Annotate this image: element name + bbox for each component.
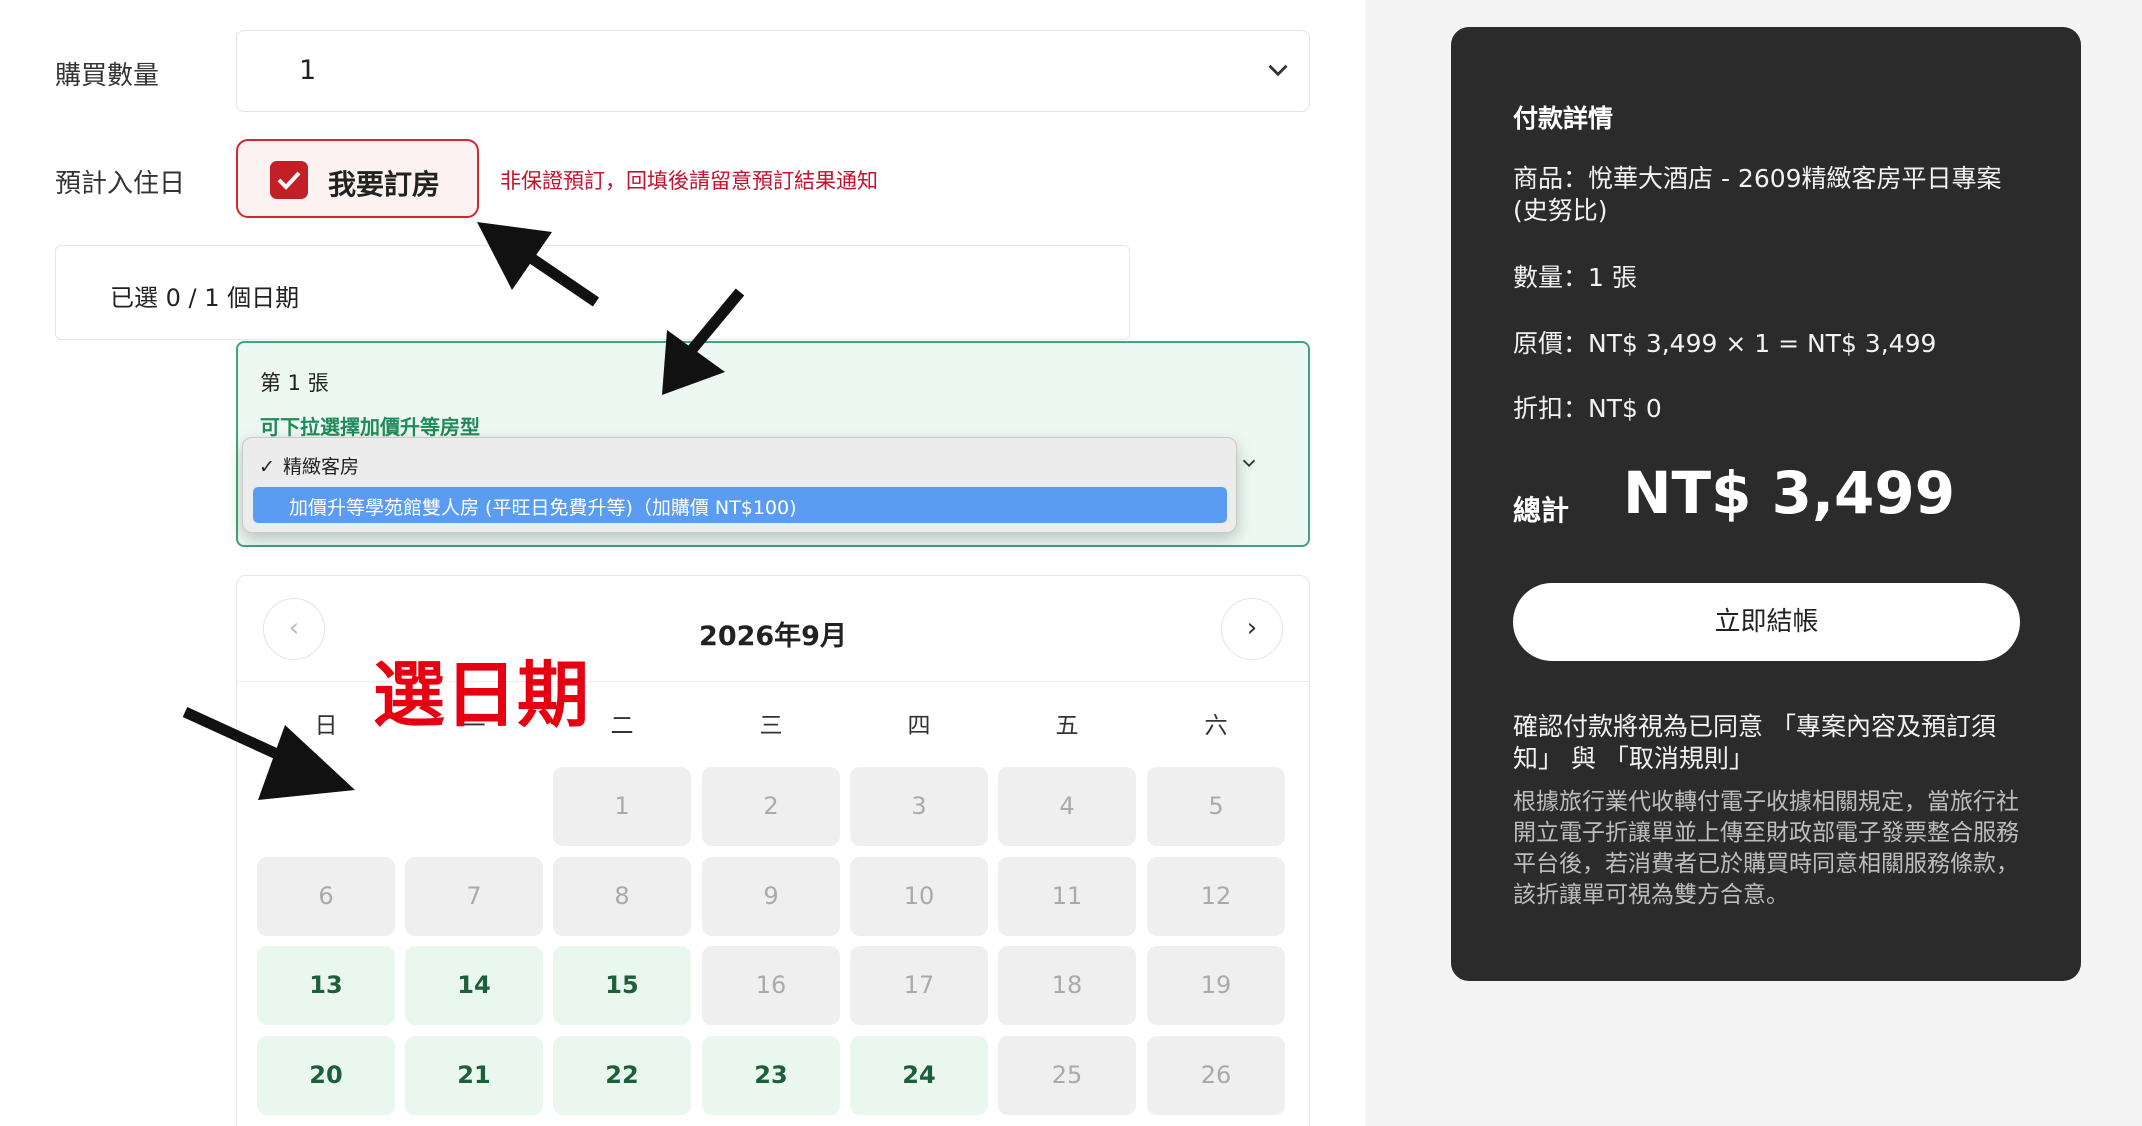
payment-summary-panel: 付款詳情 商品：悅華大酒店 - 2609精緻客房平日專案 (史努比) 數量：1 … xyxy=(1451,27,2081,981)
summary-discount: 折扣：NT$ 0 xyxy=(1513,394,1662,423)
terms-agreement[interactable]: 確認付款將視為已同意 「專案內容及預訂須知」 與 「取消規則」 xyxy=(1513,711,2023,775)
summary-product: 商品：悅華大酒店 - 2609精緻客房平日專案 (史努比) xyxy=(1513,164,2002,225)
arrow-annotation-icon xyxy=(662,288,745,395)
summary-price: 原價：NT$ 3,499 × 1 = NT$ 3,499 xyxy=(1513,329,1937,358)
arrow-annotation-icon xyxy=(477,222,600,307)
checkout-button[interactable]: 立即結帳 xyxy=(1513,583,2020,661)
summary-quantity: 數量：1 張 xyxy=(1513,263,1637,292)
summary-title: 付款詳情 xyxy=(1513,104,1614,133)
summary-total-label: 總計 xyxy=(1513,494,1570,527)
invoice-note: 根據旅行業代收轉付電子收據相關規定，當旅行社開立電子折讓單並上傳至財政部電子發票… xyxy=(1513,789,2019,908)
summary-total-value: NT$ 3,499 xyxy=(1623,459,1956,527)
arrow-annotation-icon xyxy=(182,706,355,800)
